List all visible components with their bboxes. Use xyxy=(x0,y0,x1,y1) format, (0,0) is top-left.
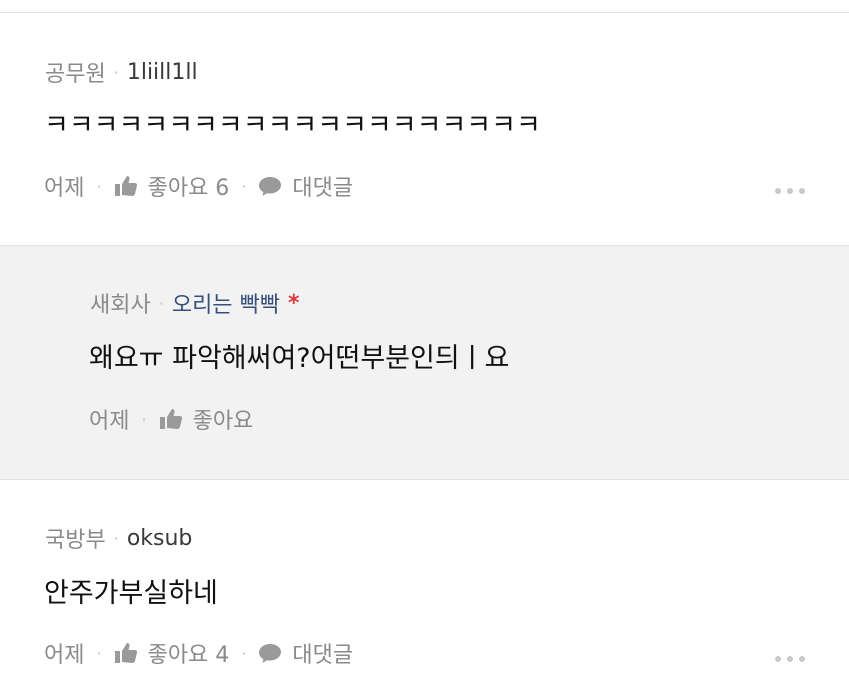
action-separator: · xyxy=(241,176,247,196)
comment-actions: 어제 · 좋아요 6 · 대댓글 xyxy=(44,170,353,202)
more-dot xyxy=(787,188,793,194)
nickname[interactable]: 오리는 빡빡 xyxy=(172,287,280,319)
comment-text: ㅋㅋㅋㅋㅋㅋㅋㅋㅋㅋㅋㅋㅋㅋㅋㅋㅋㅋㅋㅋ xyxy=(44,110,541,141)
more-options-button[interactable] xyxy=(775,656,805,662)
more-dot xyxy=(799,188,805,194)
timestamp: 어제 xyxy=(44,643,85,668)
reply-comment: 새회사 · 오리는 빡빡 * 왜요ㅠ 파악해써여?어떤부분인듸ㅣ요 어제 · 좋… xyxy=(0,245,849,480)
like-button[interactable]: 좋아요 xyxy=(159,403,254,435)
action-separator: · xyxy=(241,643,247,663)
like-label: 좋아요 xyxy=(192,409,254,434)
comment: 국방부 · oksub 안주가부실하네 어제 · 좋아요 4 · 대댓글 xyxy=(0,479,849,690)
company-name: 국방부 xyxy=(45,528,106,553)
more-dot xyxy=(787,656,793,662)
comment-meta: 국방부 · oksub xyxy=(45,522,192,554)
timestamp: 어제 xyxy=(44,176,85,201)
thumbs-up-icon xyxy=(114,643,137,663)
meta-separator: · xyxy=(113,62,119,82)
company-name: 공무원 xyxy=(45,62,106,87)
action-separator: · xyxy=(96,643,102,663)
more-dot xyxy=(775,656,781,662)
action-separator: · xyxy=(141,409,147,429)
like-button[interactable]: 좋아요 4 xyxy=(114,637,230,669)
meta-separator: · xyxy=(158,293,164,313)
comment-text: 안주가부실하네 xyxy=(44,578,218,609)
author-marker: * xyxy=(288,290,300,316)
speech-bubble-icon xyxy=(259,644,282,663)
timestamp: 어제 xyxy=(89,409,130,434)
action-separator: · xyxy=(96,176,102,196)
comment-meta: 공무원 · 1liill1ll xyxy=(45,56,198,88)
meta-separator: · xyxy=(113,528,119,548)
reply-button[interactable]: 대댓글 xyxy=(258,170,353,202)
comment-text: 왜요ㅠ 파악해써여?어떤부분인듸ㅣ요 xyxy=(89,343,510,374)
like-button[interactable]: 좋아요 6 xyxy=(114,170,230,202)
like-label: 좋아요 6 xyxy=(147,176,230,201)
speech-bubble-icon xyxy=(259,177,282,196)
thumbs-up-icon xyxy=(114,176,137,196)
more-dot xyxy=(775,188,781,194)
comment-meta: 새회사 · 오리는 빡빡 * xyxy=(90,287,300,319)
comment-actions: 어제 · 좋아요 4 · 대댓글 xyxy=(44,637,353,669)
more-options-button[interactable] xyxy=(775,188,805,194)
reply-button[interactable]: 대댓글 xyxy=(258,637,353,669)
comment-actions: 어제 · 좋아요 xyxy=(89,403,253,435)
more-dot xyxy=(799,656,805,662)
reply-label: 대댓글 xyxy=(292,643,354,668)
nickname[interactable]: oksub xyxy=(127,526,193,551)
company-name: 새회사 xyxy=(90,293,151,318)
nickname[interactable]: 1liill1ll xyxy=(127,60,198,85)
reply-label: 대댓글 xyxy=(292,176,354,201)
thumbs-up-icon xyxy=(159,409,182,429)
like-label: 좋아요 4 xyxy=(147,643,230,668)
comment: 공무원 · 1liill1ll ㅋㅋㅋㅋㅋㅋㅋㅋㅋㅋㅋㅋㅋㅋㅋㅋㅋㅋㅋㅋ 어제 … xyxy=(0,13,849,245)
